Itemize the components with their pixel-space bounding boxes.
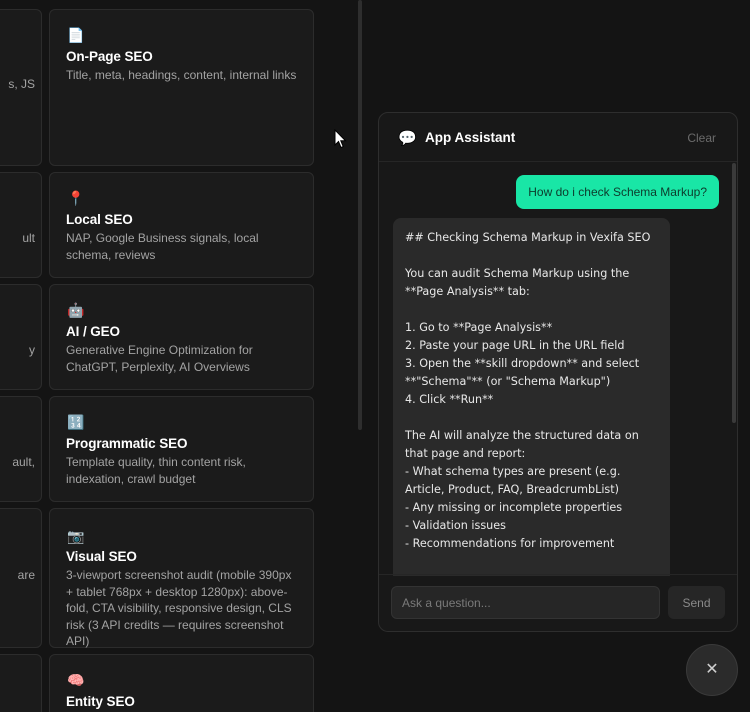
card-description: 3-viewport screenshot audit (mobile 390p… — [66, 568, 292, 648]
skill-card-partial[interactable]: y — [0, 284, 42, 390]
camera-icon: 📷 — [67, 528, 85, 544]
skill-card-partial[interactable]: ault, — [0, 396, 42, 502]
chat-input-row: Send — [379, 574, 737, 631]
skill-card-partial[interactable]: s, JS — [0, 9, 42, 166]
speech-bubble-icon: 💬 — [398, 130, 417, 147]
card-description: Generative Engine Optimization for ChatG… — [66, 343, 253, 374]
skill-card-programmatic-seo[interactable]: 🔢 Programmatic SEO Template quality, thi… — [49, 396, 314, 502]
chat-messages[interactable]: How do i check Schema Markup? ## Checkin… — [379, 163, 737, 576]
skill-card-partial[interactable]: ult — [0, 172, 42, 278]
card-title: Entity SEO — [66, 694, 135, 709]
app-stage: s, JS ult y ault, are 📄 On-Page SEO Titl… — [0, 0, 750, 712]
skill-card-partial[interactable] — [0, 654, 42, 712]
skill-card-visual-seo[interactable]: 📷 Visual SEO 3-viewport screenshot audit… — [49, 508, 314, 648]
page-scrollbar[interactable] — [358, 0, 362, 430]
send-button[interactable]: Send — [668, 586, 725, 619]
close-icon: ✕ — [705, 661, 719, 678]
numbers-icon: 🔢 — [67, 414, 85, 430]
assistant-chat-panel: 💬 App Assistant Clear How do i check Sch… — [378, 112, 738, 632]
ask-question-input[interactable] — [391, 586, 660, 619]
card-description: Template quality, thin content risk, ind… — [66, 455, 246, 486]
card-description-fragment: are — [17, 568, 35, 582]
skill-card-on-page-seo[interactable]: 📄 On-Page SEO Title, meta, headings, con… — [49, 9, 314, 166]
skill-card-partial[interactable]: are — [0, 508, 42, 648]
close-chat-button[interactable]: ✕ — [686, 644, 738, 696]
user-message: How do i check Schema Markup? — [516, 175, 719, 209]
card-title: On-Page SEO — [66, 49, 153, 64]
mouse-cursor-icon — [334, 129, 347, 149]
card-description-fragment: s, JS — [8, 77, 35, 91]
card-title: AI / GEO — [66, 324, 120, 339]
card-description-fragment: ult — [22, 231, 35, 245]
chat-title: App Assistant — [425, 130, 516, 145]
document-icon: 📄 — [67, 27, 85, 43]
clear-chat-button[interactable]: Clear — [687, 131, 716, 145]
skill-card-local-seo[interactable]: 📍 Local SEO NAP, Google Business signals… — [49, 172, 314, 278]
skill-card-ai-geo[interactable]: 🤖 AI / GEO Generative Engine Optimizatio… — [49, 284, 314, 390]
card-title: Local SEO — [66, 212, 133, 227]
assistant-message: ## Checking Schema Markup in Vexifa SEO … — [393, 218, 670, 576]
skill-card-entity-seo[interactable]: 🧠 Entity SEO — [49, 654, 314, 712]
brain-icon: 🧠 — [67, 672, 85, 688]
chat-scrollbar[interactable] — [732, 163, 736, 423]
card-title: Visual SEO — [66, 549, 137, 564]
card-description: NAP, Google Business signals, local sche… — [66, 231, 259, 262]
card-description-fragment: ault, — [12, 455, 35, 469]
pin-icon: 📍 — [67, 190, 85, 206]
robot-icon: 🤖 — [67, 302, 85, 318]
card-description: Title, meta, headings, content, internal… — [66, 68, 297, 82]
chat-header: 💬 App Assistant Clear — [379, 113, 737, 162]
card-title: Programmatic SEO — [66, 436, 188, 451]
card-description-fragment: y — [29, 343, 35, 357]
